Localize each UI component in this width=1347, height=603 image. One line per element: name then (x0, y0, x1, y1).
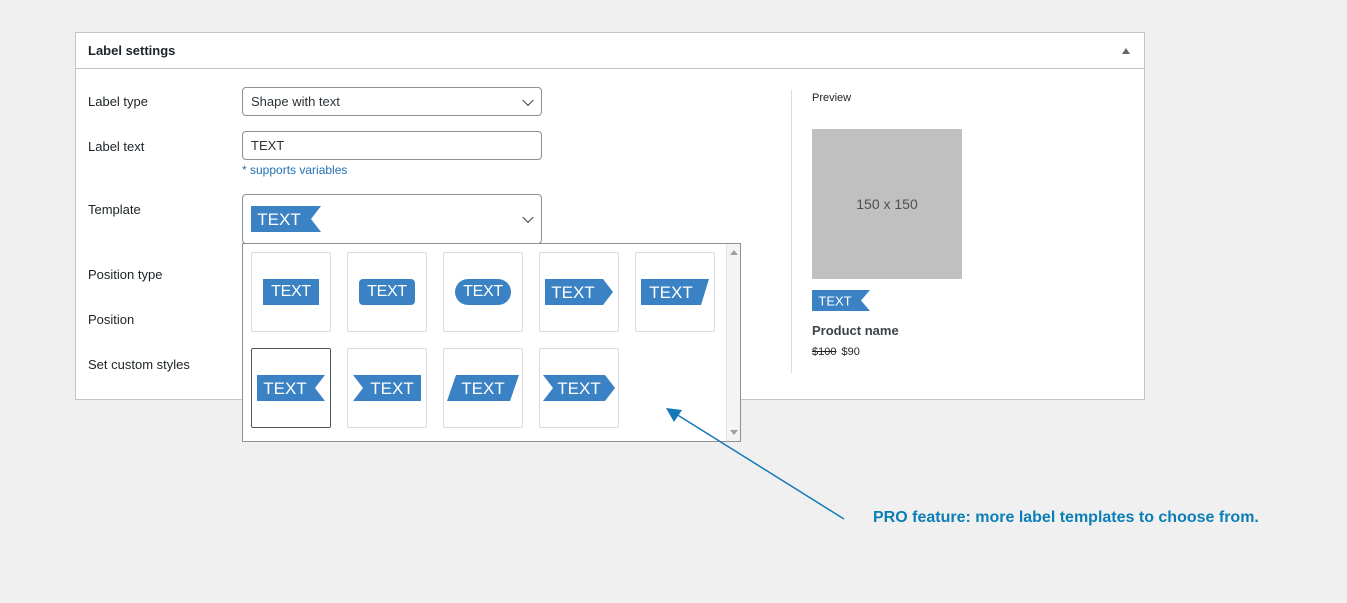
template-option-parallelogram-shape: TEXT (447, 375, 519, 401)
template-option-text: TEXT (455, 279, 511, 305)
template-option-pill[interactable]: TEXT (443, 252, 523, 332)
template-option-text: TEXT (557, 379, 600, 398)
template-option-rounded[interactable]: TEXT (347, 252, 427, 332)
custom-styles-label: Set custom styles (88, 357, 190, 372)
template-option-arrow-right[interactable]: TEXT (539, 252, 619, 332)
preview-label-badge: TEXT (812, 290, 870, 311)
product-name: Product name (812, 323, 899, 338)
template-option-arrow-both-shape: TEXT (543, 375, 615, 401)
position-label: Position (88, 312, 135, 327)
label-type-value: Shape with text (251, 94, 340, 109)
old-price: $100 (812, 346, 837, 358)
preview-divider (791, 90, 792, 373)
template-option-parallelogram[interactable]: TEXT (443, 348, 523, 428)
template-option-text: TEXT (649, 283, 692, 302)
preview-label-text: TEXT (818, 294, 851, 309)
label-text-value: TEXT (251, 138, 285, 153)
template-option-text: TEXT (263, 379, 306, 398)
pro-feature-annotation: PRO feature: more label templates to cho… (873, 509, 1259, 526)
template-option-text: TEXT (461, 379, 504, 398)
position-type-label: Position type (88, 267, 163, 282)
sale-price: $90 (841, 346, 860, 358)
template-option-ribbon-left-shape: TEXT (353, 375, 421, 401)
label-text-label: Label text (88, 139, 145, 154)
panel-header[interactable]: Label settings (76, 33, 1144, 69)
chevron-down-icon (522, 94, 534, 106)
chevron-down-icon (522, 211, 534, 224)
template-option-text: TEXT (370, 379, 413, 398)
template-option-text: TEXT (359, 279, 415, 305)
label-type-select[interactable]: Shape with text (242, 87, 542, 116)
label-type-label: Label type (88, 94, 148, 109)
template-option-ribbon-left[interactable]: TEXT (347, 348, 427, 428)
template-option-arrow-right-shape: TEXT (545, 279, 613, 305)
template-option-text: TEXT (551, 283, 594, 302)
supports-variables-hint[interactable]: * supports variables (242, 163, 347, 177)
selected-template-icon: TEXT (251, 206, 321, 232)
scroll-up-arrow-icon[interactable] (730, 250, 738, 255)
collapse-arrow-icon[interactable] (1122, 47, 1130, 54)
template-option-slanted-shape: TEXT (641, 279, 709, 305)
panel-title: Label settings (88, 43, 176, 58)
template-label: Template (88, 202, 141, 217)
template-dropdown: TEXT TEXT TEXT TEXT TEXT TEXT TEXT TEXT … (242, 243, 741, 442)
label-text-input[interactable]: TEXT (242, 131, 542, 160)
template-option-slanted-right[interactable]: TEXT (635, 252, 715, 332)
price-row: $100 $90 (812, 346, 860, 358)
placeholder-size-text: 150 x 150 (856, 196, 918, 212)
preview-heading: Preview (812, 92, 852, 104)
dropdown-scrollbar[interactable] (726, 244, 740, 441)
scroll-down-arrow-icon[interactable] (730, 430, 738, 435)
template-select[interactable]: TEXT (242, 194, 542, 244)
template-option-rectangle[interactable]: TEXT (251, 252, 331, 332)
template-option-text: TEXT (263, 279, 319, 305)
template-option-arrow-both[interactable]: TEXT (539, 348, 619, 428)
template-option-ribbon-right[interactable]: TEXT (251, 348, 331, 428)
product-image-placeholder: 150 x 150 (812, 129, 962, 279)
selected-template-text: TEXT (257, 210, 300, 229)
template-option-ribbon-right-shape: TEXT (257, 375, 325, 401)
